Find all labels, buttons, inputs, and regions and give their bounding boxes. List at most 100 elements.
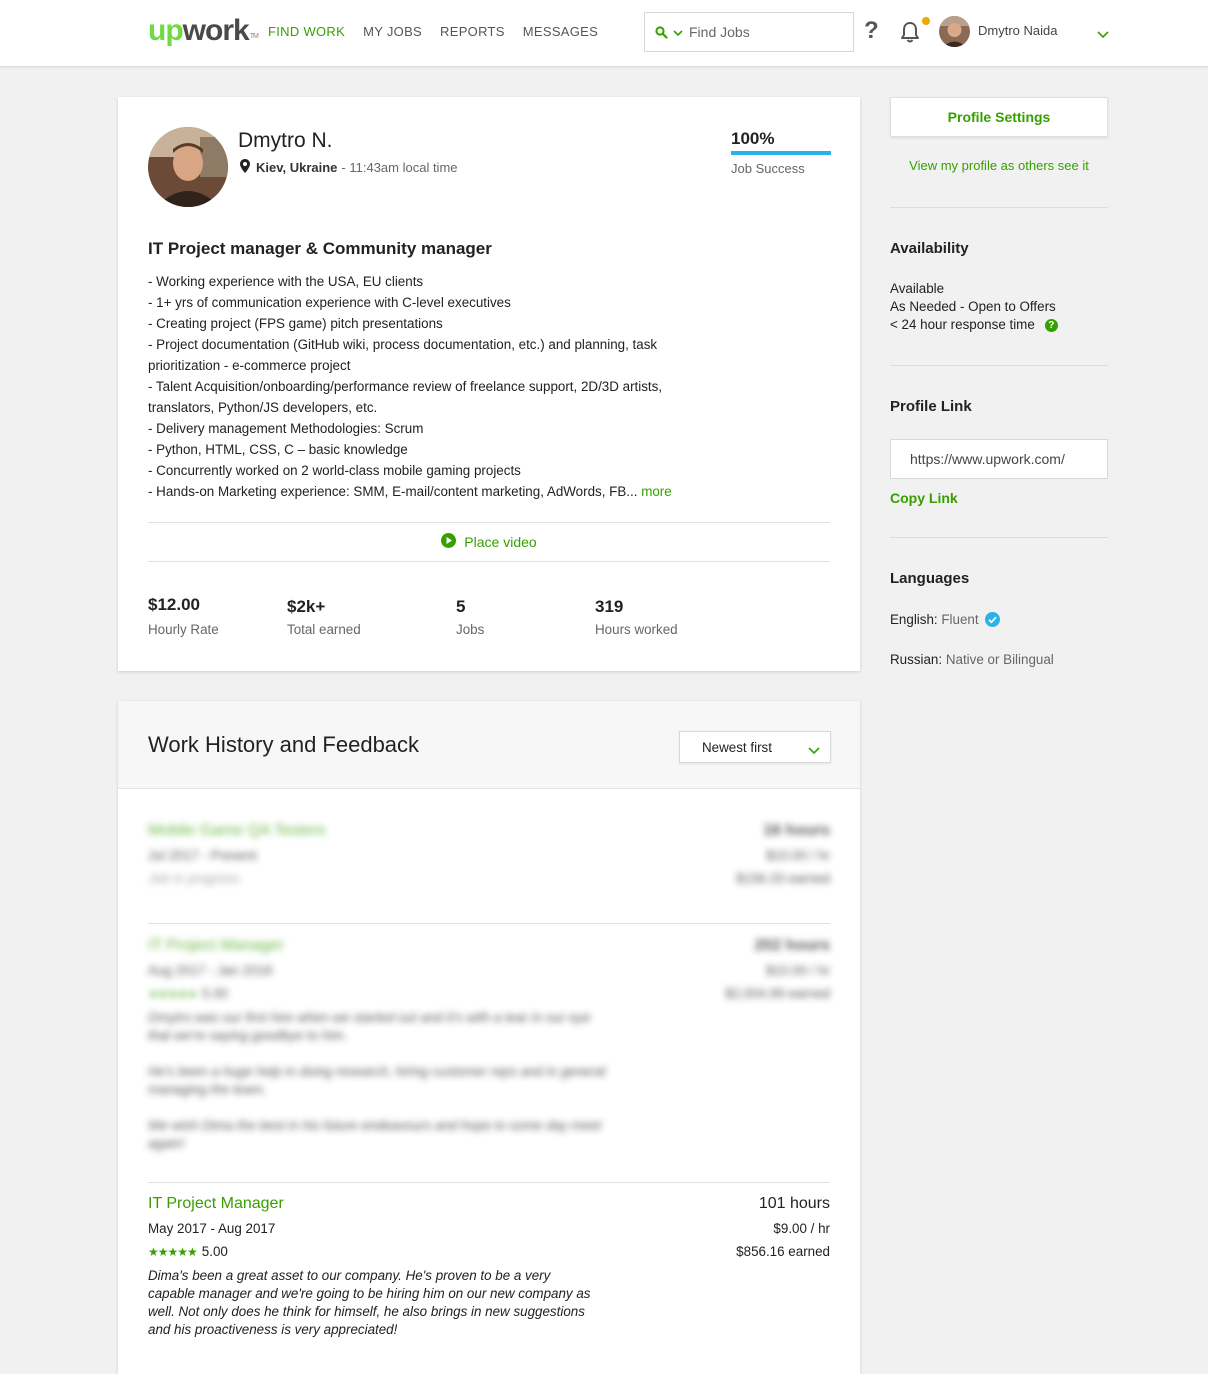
top-navigation-bar: upworkTM FIND WORK MY JOBS REPORTS MESSA…: [0, 0, 1208, 67]
profile-description: - Working experience with the USA, EU cl…: [148, 271, 788, 502]
verified-icon: [985, 612, 1001, 627]
user-menu-chevron-down-icon[interactable]: [1097, 26, 1109, 42]
profile-title: IT Project manager & Community manager: [148, 239, 492, 258]
job-earned: $856.16 earned: [736, 1244, 830, 1259]
job-divider: [148, 1182, 830, 1183]
logo-tm-text: TM: [249, 33, 259, 40]
video-row: Place video: [148, 523, 830, 561]
description-line: - Concurrently worked on 2 world-class m…: [148, 463, 521, 478]
job-success-label: Job Success: [731, 161, 805, 176]
place-video-button[interactable]: Place video: [441, 533, 537, 551]
nav-messages[interactable]: MESSAGES: [523, 24, 598, 40]
language-russian: Russian: Native or Bilingual: [890, 651, 1054, 669]
feedback-paragraph: We wish Dima the best in his future ende…: [148, 1118, 602, 1151]
job-earned: $2,004.99 earned: [725, 986, 830, 1001]
availability-heading: Availability: [890, 240, 969, 257]
search-input[interactable]: [689, 24, 839, 40]
help-icon[interactable]: ?: [864, 18, 879, 44]
job-dates: Jul 2017 - Present: [148, 848, 257, 863]
feedback-paragraph: Dima's been a great asset to our company…: [148, 1268, 591, 1337]
stat-value: 5: [456, 597, 466, 616]
response-time: < 24 hour response time?: [890, 316, 1058, 334]
description-line: - Talent Acquisition/onboarding/performa…: [148, 379, 663, 394]
more-link[interactable]: more: [641, 484, 672, 499]
languages-heading: Languages: [890, 570, 970, 587]
job-rate: $10.00 / hr: [765, 848, 830, 863]
profile-card: Dmytro N. Kiev, Ukraine - 11:43am local …: [118, 97, 860, 671]
profile-link-heading: Profile Link: [890, 398, 972, 415]
job-divider: [148, 923, 830, 924]
stat-label: Hourly Rate: [148, 622, 219, 637]
rating-value: 5.00: [201, 1244, 228, 1259]
language-english: English: Fluent: [890, 611, 1001, 629]
sort-dropdown[interactable]: Newest first: [679, 731, 831, 763]
language-name: Russian:: [890, 652, 943, 667]
response-time-text: < 24 hour response time: [890, 317, 1035, 332]
rating-stars-icon: ★★★★★: [148, 987, 198, 1001]
job-feedback: Dima's been a great asset to our company…: [148, 1267, 593, 1339]
local-time: - 11:43am local time: [341, 160, 458, 175]
search-icon[interactable]: [655, 25, 668, 39]
profile-link-field[interactable]: [890, 439, 1108, 479]
view-profile-link[interactable]: View my profile as others see it: [890, 158, 1108, 174]
job-hours: 101 hours: [758, 1195, 830, 1212]
nav-my-jobs[interactable]: MY JOBS: [363, 24, 422, 40]
user-avatar[interactable]: [939, 16, 970, 47]
copy-link-button[interactable]: Copy Link: [890, 489, 958, 507]
job-title[interactable]: Mobile Game QA Testers: [148, 821, 830, 841]
stat-hourly-rate: $12.00 Hourly Rate: [148, 594, 219, 638]
job-title[interactable]: IT Project Manager: [148, 1194, 830, 1214]
stat-label: Total earned: [287, 622, 361, 637]
rating-stars-icon: ★★★★★: [148, 1245, 198, 1259]
stat-value: 319: [595, 597, 624, 616]
search-type-chevron-down-icon[interactable]: [673, 24, 683, 40]
sidebar-divider: [890, 207, 1108, 208]
job-summary: 101 hours $9.00 / hr $856.16 earned: [736, 1194, 830, 1261]
work-history-card: Work History and Feedback Newest first M…: [118, 701, 860, 1374]
language-name: English:: [890, 612, 938, 627]
feedback-paragraph: He's been a huge help in doing research,…: [148, 1064, 606, 1097]
stat-hours-worked: 319 Hours worked: [595, 596, 678, 638]
location-pin-icon: [240, 159, 250, 177]
sort-label: Newest first: [702, 739, 772, 755]
main-nav: FIND WORK MY JOBS REPORTS MESSAGES: [268, 24, 598, 40]
search-box: [644, 12, 854, 52]
response-help-icon[interactable]: ?: [1044, 319, 1058, 332]
job-success-bar-fill: [731, 151, 831, 155]
job-success-percent: 100%: [731, 129, 775, 148]
bell-icon[interactable]: [900, 20, 920, 44]
rating-value: 5.00: [201, 986, 228, 1001]
location-city: Kiev, Ukraine: [256, 160, 338, 175]
description-line-last: - Hands-on Marketing experience: SMM, E-…: [148, 481, 788, 502]
nav-reports[interactable]: REPORTS: [440, 24, 505, 40]
job-success: 100% Job Success: [731, 129, 831, 177]
nav-find-work[interactable]: FIND WORK: [268, 24, 345, 40]
job-status: Job in progress: [148, 871, 240, 886]
description-line: - Delivery management Methodologies: Scr…: [148, 421, 424, 436]
language-level: Native or Bilingual: [945, 652, 1054, 667]
stat-label: Jobs: [456, 622, 485, 637]
availability-status: Available: [890, 281, 945, 296]
profile-avatar: [148, 127, 228, 207]
description-last-text: - Hands-on Marketing experience: SMM, E-…: [148, 484, 638, 499]
description-line: - Creating project (FPS game) pitch pres…: [148, 316, 443, 331]
job-success-bar: [731, 151, 831, 155]
availability-hours: As Needed - Open to Offers: [890, 299, 1056, 314]
job-hours: 16 hours: [763, 822, 830, 839]
sidebar-divider: [890, 537, 1108, 538]
description-line: - Project documentation (GitHub wiki, pr…: [148, 337, 658, 352]
user-name[interactable]: Dmytro Naida: [978, 23, 1057, 39]
stat-value: $2k+: [287, 597, 326, 616]
profile-settings-button[interactable]: Profile Settings: [890, 97, 1108, 137]
place-video-label: Place video: [464, 534, 537, 550]
description-line: - 1+ yrs of communication experience wit…: [148, 295, 511, 310]
job-rate: $10.00 / hr: [765, 963, 830, 978]
chevron-down-icon: [808, 743, 820, 758]
job-feedback: Dmytro was our first hire when we starte…: [148, 1009, 608, 1153]
description-line: - Working experience with the USA, EU cl…: [148, 274, 424, 289]
divider: [148, 561, 830, 562]
logo-work-text: work: [182, 14, 250, 47]
work-history-item: IT Project Manager Aug 2017 - Jan 2018 ★…: [148, 936, 830, 1171]
upwork-logo[interactable]: upworkTM: [148, 14, 259, 48]
profile-location: Kiev, Ukraine - 11:43am local time: [240, 159, 458, 177]
